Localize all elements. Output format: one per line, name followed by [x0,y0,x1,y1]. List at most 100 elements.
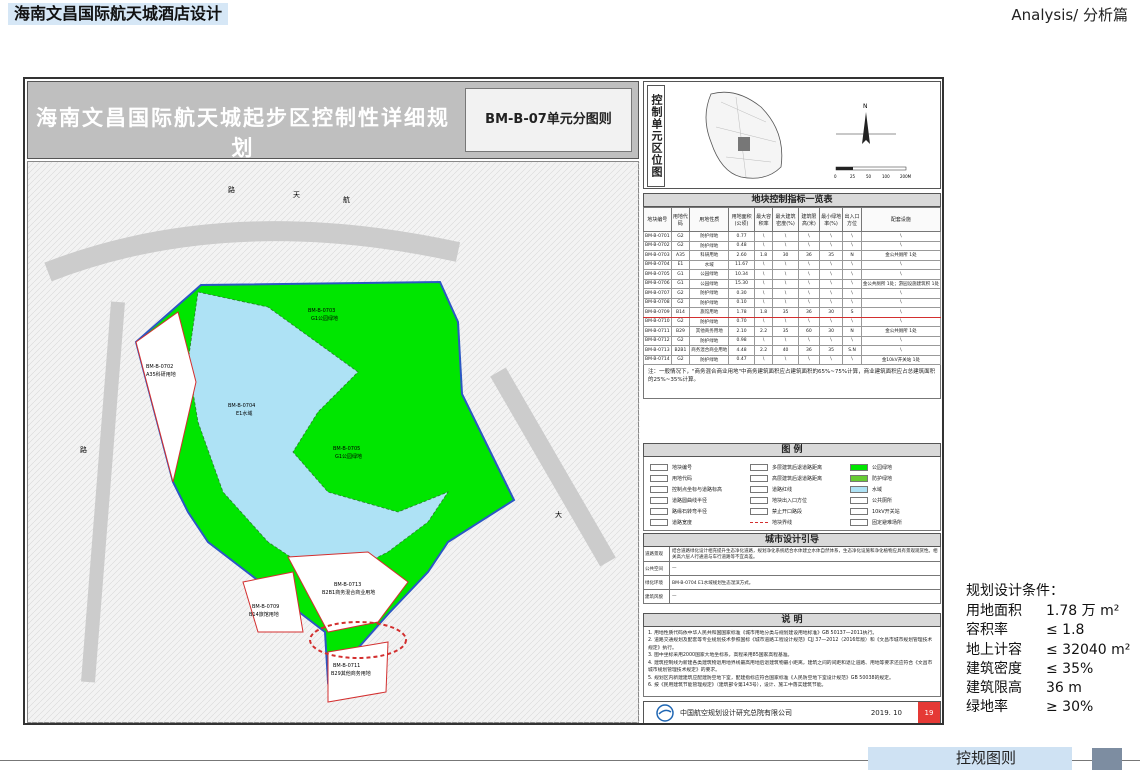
indicator-cell: \ [818,335,844,346]
indicator-cell: 36 [797,345,820,356]
legend-label: 地块出入口方位 [772,498,808,504]
condition-value: ≤ 35% [1046,660,1094,677]
indicator-cell: \ [772,269,799,280]
indicator-title: 地块控制指标一览表 [643,193,941,207]
urban-row: 道路景观 结合道路绿化设计相充提升生态净化道路，规划净化系统结合水体建立水体自然体… [643,547,941,562]
site-plan-map: 路 天 航 大 路 BM-B-0703 G1公园绿地 BM-B-0704 E1水… [27,161,640,723]
legend-label: 道路红线 [772,487,793,493]
indicator-cell: 0.77 [728,231,755,242]
indicator-cell: 40 [772,345,799,356]
indicator-cell: 防护绿地 [689,354,730,365]
parcel-use-0713: B2B1商务混合商业用地 [322,589,375,596]
col-green: 最小绿地率(%) [818,207,844,232]
legend-swatch [850,508,868,515]
indicator-cell: G2 [670,288,691,299]
indicator-cell: 2.2 [753,326,774,337]
indicator-cell: \ [753,335,774,346]
scale-0: 0 [834,174,837,179]
legend-label: 高层建筑后退道路距离 [772,476,823,482]
legend-label: 道路宽度 [672,520,693,526]
indicator-cell: \ [753,316,774,327]
plan-sheet: 海南文昌国际航天城起步区控制性详细规划 BM-B-07单元分图则 路 天 航 大… [23,77,944,725]
condition-row: 建筑限高 36 m [966,679,1138,698]
indicator-cell: \ [818,354,844,365]
indicator-cell: B29 [670,326,691,337]
indicator-cell: \ [797,316,820,327]
urban-title: 城市设计引导 [643,533,941,547]
indicator-cell: 防护绿地 [689,231,730,242]
explain-body: 1. 用地性质代码依中华人民共和国国家标准《城市用地分类与规划建设用地标准》GB… [643,627,941,697]
indicator-cell: \ [842,316,862,327]
legend-swatch [750,475,768,482]
legend-swatch [850,486,868,493]
indicator-cell: \ [753,354,774,365]
indicator-cell: 防护绿地 [689,240,730,251]
indicator-cell: BM-B-0712 [643,335,672,346]
indicator-cell: BM-B-0704 [643,259,672,270]
legend-label: 公共厕所 [872,498,893,504]
condition-row: 绿地率 ≥ 30% [966,698,1138,717]
indicator-cell: \ [842,297,862,308]
indicator-cell: BM-B-0702 [643,240,672,251]
col-density: 最大建筑密度(%) [772,207,799,232]
indicator-row: BM-B-0702 G2 防护绿地 0.48 \ \ \ \ \ \ [643,240,942,251]
explain-item: 5. 规划区内新建建筑应配建防空地下室，配建指标应符合国家标准《人民防空地下室设… [648,675,894,681]
indicator-cell: B2B1 [670,345,691,356]
title-panel: 海南文昌国际航天城起步区控制性详细规划 BM-B-07单元分图则 [27,81,639,160]
indicator-cell: \ [818,269,844,280]
indicator-cell: \ [842,335,862,346]
urban-row: 绿化环境 BM-B-0704 E1水域规划生态湿滨方式。 [643,576,941,590]
condition-key: 地上计容 [966,641,1022,658]
locator-district [705,91,783,179]
legend-swatch [850,464,868,471]
indicator-cell: G1 [670,278,691,289]
indicator-cell: 30 [818,326,844,337]
institute-logo-icon [656,704,674,722]
indicator-cell: \ [753,231,774,242]
indicator-cell: \ [842,278,862,289]
parcel-use-0705: G1公园绿地 [335,453,362,460]
urban-value: BM-B-0704 E1水域规划生态湿滨方式。 [672,580,754,586]
legend-item: 10kV开关站 [850,507,900,516]
indicator-cell: \ [818,259,844,270]
legend-title: 图 例 [643,443,941,457]
indicator-cell: E1 [670,259,691,270]
legend-item: 固定避难场所 [850,518,902,527]
parcel-label-0709: BM-B-0709 [252,604,279,610]
legend-item: 水域 [850,485,882,494]
indicator-cell: 防护绿地 [689,316,730,327]
indicator-cell: 4.48 [728,345,755,356]
legend-swatch [750,522,768,523]
explain-item: 2. 道路交通规划及配套等专业规划技术参照国标《城市道路工程设计规范》CJJ 3… [648,638,933,651]
legend-item: 高层建筑后退道路距离 [750,474,822,483]
indicator-cell: 科研用地 [689,250,730,261]
indicator-cell: \ [772,288,799,299]
urban-value: — [672,566,677,571]
legend-swatch [650,464,668,471]
indicator-cell: 0.70 [728,316,755,327]
legend-section: 图 例 地块编号 用地代码 控制点坐标与道路标高 道路圆曲线半径 路缘石转弯半径 道路宽度… [643,443,941,531]
legend-item: 控制点坐标与道路标高 [650,485,722,494]
indicator-cell: BM-B-0703 [643,250,672,261]
indicator-row: BM-B-0705 G1 公园绿地 10.34 \ \ \ \ \ \ [643,269,942,280]
legend-swatch [750,486,768,493]
institute-name: 中国航空规划设计研究总院有限公司 [680,709,792,717]
indicator-cell: \ [772,278,799,289]
explain-item: 1. 用地性质代码依中华人民共和国国家标准《城市用地分类与规划建设用地标准》GB… [648,631,878,636]
indicator-cell: \ [818,278,844,289]
indicator-cell: BM-B-0711 [643,326,672,337]
indicator-cell: 公园绿地 [689,269,730,280]
condition-value: ≤ 1.8 [1046,622,1085,639]
indicator-cell: \ [842,231,862,242]
explain-section: 说 明 1. 用地性质代码依中华人民共和国国家标准《城市用地分类与规划建设用地标… [643,613,941,697]
condition-value: ≥ 30% [1046,699,1094,716]
section-label: Analysis/ 分析篇 [1011,6,1128,24]
col-height: 建筑限高(米) [797,207,820,232]
plan-title: 海南文昌国际航天城起步区控制性详细规划 [36,106,450,160]
condition-value: 36 m [1046,680,1082,697]
legend-swatch [650,508,668,515]
legend-label: 禁止开口路段 [772,509,803,515]
legend-swatch [850,497,868,504]
indicator-cell: \ [818,297,844,308]
condition-key: 建筑密度 [966,660,1022,677]
